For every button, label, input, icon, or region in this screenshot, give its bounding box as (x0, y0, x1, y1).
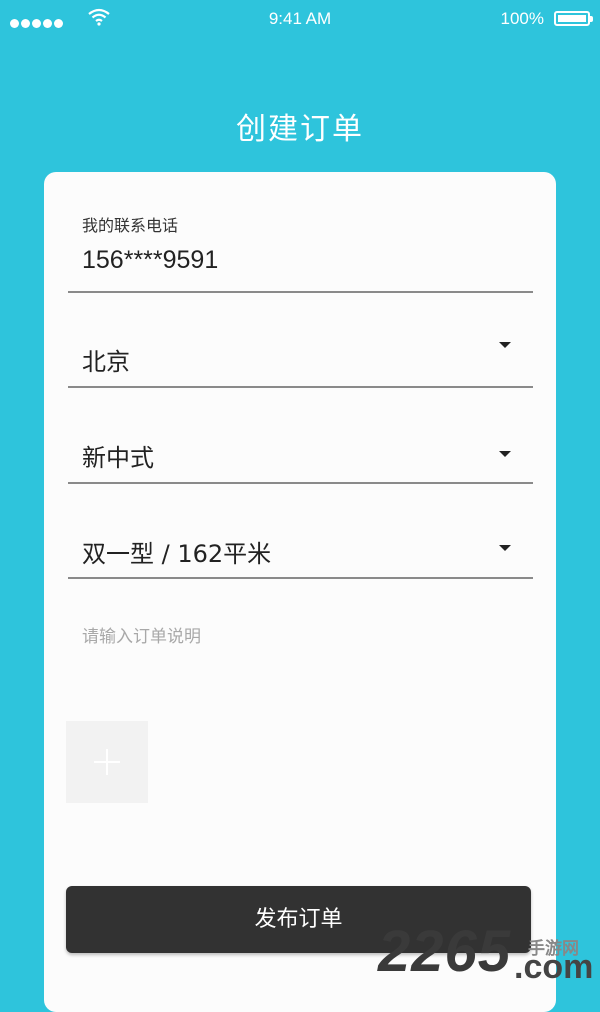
watermark-domain: .com (514, 948, 594, 986)
battery-percent: 100% (500, 9, 544, 28)
city-select[interactable]: 北京 (68, 306, 533, 388)
page-title: 创建订单 (236, 112, 364, 147)
chevron-down-icon[interactable] (499, 342, 511, 348)
watermark-number: 2265 (378, 919, 512, 984)
add-photo-button[interactable] (66, 721, 148, 803)
style-value: 新中式 (82, 444, 154, 472)
order-form-card: 我的联系电话 156****9591 北京 新中式 双一型 / 162平米 发布… (44, 172, 556, 1012)
phone-value[interactable]: 156****9591 (82, 246, 218, 275)
battery-icon (554, 11, 593, 26)
chevron-down-icon[interactable] (499, 451, 511, 457)
phone-label: 我的联系电话 (82, 216, 179, 235)
watermark-logo: 2265 手游网 .com (378, 918, 600, 990)
layout-area-value: 双一型 / 162平米 (82, 540, 272, 568)
city-value: 北京 (82, 348, 130, 376)
chevron-down-icon[interactable] (499, 545, 511, 551)
phone-field[interactable]: 我的联系电话 156****9591 (68, 212, 533, 293)
style-select[interactable]: 新中式 (68, 403, 533, 484)
order-note-input[interactable] (82, 622, 522, 652)
status-bar: 9:41 AM 100% (0, 0, 600, 40)
layout-area-select[interactable]: 双一型 / 162平米 (68, 499, 533, 579)
